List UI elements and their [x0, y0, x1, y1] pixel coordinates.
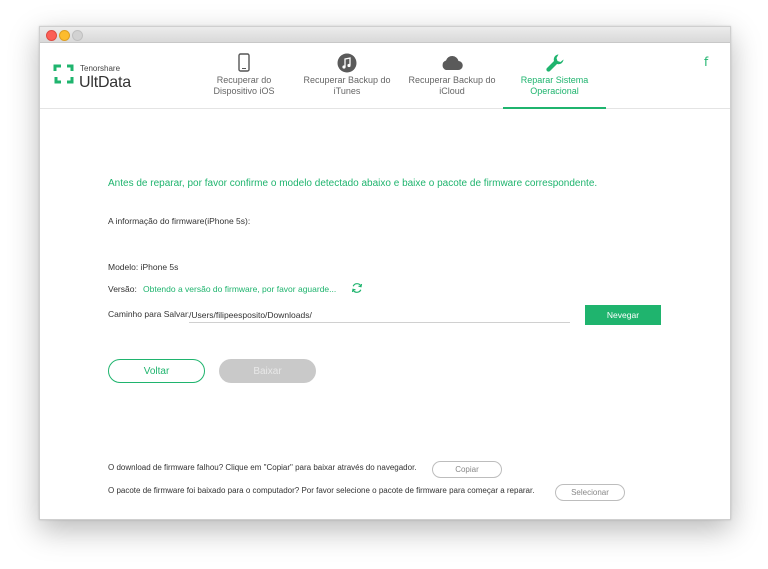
brand-product: UltData: [79, 74, 131, 91]
tab-recover-icloud[interactable]: Recuperar Backup do iCloud: [402, 43, 502, 108]
music-icon: [337, 53, 357, 73]
version-label: Versão:: [108, 284, 137, 294]
copy-hint-text: O download de firmware falhou? Clique em…: [108, 463, 417, 472]
tab-label: Recuperar do Dispositivo iOS: [213, 75, 275, 96]
wrench-icon: [545, 54, 563, 72]
tab-recover-device[interactable]: Recuperar do Dispositivo iOS: [200, 43, 288, 108]
facebook-icon[interactable]: f: [704, 55, 708, 69]
save-path-label: Caminho para Salvar:: [108, 309, 191, 319]
refresh-icon[interactable]: [351, 282, 363, 294]
save-path-row: Caminho para Salvar:: [108, 309, 190, 319]
ultdata-logo-icon: [53, 64, 74, 84]
model-text: Modelo: iPhone 5s: [108, 262, 179, 272]
copy-button[interactable]: Copiar: [432, 461, 502, 478]
title-bar: [40, 27, 730, 43]
zoom-window-button[interactable]: [72, 30, 83, 41]
tab-recover-itunes[interactable]: Recuperar Backup do iTunes: [297, 43, 397, 108]
select-hint-text: O pacote de firmware foi baixado para o …: [108, 486, 535, 495]
select-button[interactable]: Selecionar: [555, 484, 625, 501]
minimize-window-button[interactable]: [59, 30, 70, 41]
back-button[interactable]: Voltar: [108, 359, 205, 383]
top-navigation: Tenorshare UltData Recuperar do Dispositi…: [40, 43, 730, 109]
instruction-text: Antes de reparar, por favor confirme o m…: [108, 178, 598, 189]
version-status: Obtendo a versão do firmware, por favor …: [143, 284, 337, 294]
app-window: Tenorshare UltData Recuperar do Dispositi…: [39, 26, 731, 520]
save-path-input[interactable]: [189, 307, 570, 323]
tab-label: Recuperar Backup do iTunes: [303, 75, 391, 96]
download-button: Baixar: [219, 359, 316, 383]
firmware-info-heading: A informação do firmware(iPhone 5s):: [108, 216, 251, 226]
tab-repair-system[interactable]: Reparar Sistema Operacional: [503, 43, 606, 109]
active-tab-indicator: [503, 107, 606, 109]
tab-label: Reparar Sistema Operacional: [520, 75, 589, 96]
brand-company: Tenorshare: [80, 64, 121, 73]
phone-icon: [238, 53, 250, 72]
cloud-icon: [442, 56, 463, 71]
close-window-button[interactable]: [46, 30, 57, 41]
tab-label: Recuperar Backup do iCloud: [408, 75, 496, 96]
browse-button[interactable]: Nevegar: [585, 305, 661, 325]
